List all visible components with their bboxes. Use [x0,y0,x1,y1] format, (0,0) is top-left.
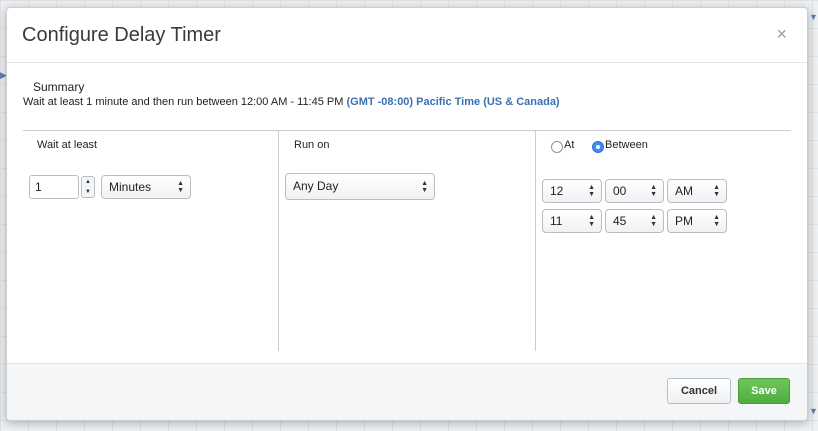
dialog-footer: Cancel Save [7,363,807,420]
dialog-title: Configure Delay Timer [22,24,221,46]
end-ampm-select[interactable]: PM ▲ ▼ [667,209,727,233]
select-arrows-icon: ▲ ▼ [713,184,720,198]
run-on-value: Any Day [293,179,339,193]
wait-amount-stepper[interactable]: ▲ ▼ [81,176,95,198]
column-divider [278,131,279,351]
column-divider [535,131,536,351]
divider [23,130,791,131]
background-arrow-icon: ▼ [809,12,818,22]
select-arrows-icon: ▲ ▼ [588,214,595,228]
stepper-down-icon[interactable]: ▼ [85,189,91,195]
wait-amount-input[interactable]: 1 [29,175,79,199]
summary-text: Wait at least 1 minute and then run betw… [23,96,560,108]
at-radio[interactable] [551,141,563,153]
summary-description: Wait at least 1 minute and then run betw… [23,96,347,108]
close-icon[interactable]: × [776,25,787,43]
end-minute-value: 45 [613,214,627,228]
select-arrows-icon: ▲ ▼ [421,179,428,194]
start-hour-value: 12 [550,184,564,198]
start-ampm-select[interactable]: AM ▲ ▼ [667,179,727,203]
stepper-up-icon[interactable]: ▲ [85,179,91,185]
select-arrows-icon: ▲ ▼ [650,184,657,198]
wait-unit-select[interactable]: Minutes ▲ ▼ [101,175,191,199]
run-on-select[interactable]: Any Day ▲ ▼ [285,173,435,200]
at-radio-label[interactable]: At [564,139,574,151]
start-minute-select[interactable]: 00 ▲ ▼ [605,179,664,203]
background-arrow-icon: ▼ [809,406,818,416]
summary-timezone: (GMT -08:00) Pacific Time (US & Canada) [346,96,560,108]
configure-delay-timer-dialog: Configure Delay Timer × Summary Wait at … [6,7,808,421]
select-arrows-icon: ▲ ▼ [650,214,657,228]
between-radio-label[interactable]: Between [605,139,648,151]
select-arrows-icon: ▲ ▼ [177,180,184,194]
select-arrows-icon: ▲ ▼ [588,184,595,198]
start-ampm-value: AM [675,184,693,198]
end-minute-select[interactable]: 45 ▲ ▼ [605,209,664,233]
between-radio[interactable] [592,141,604,153]
wait-unit-value: Minutes [109,180,152,194]
run-on-label: Run on [294,139,330,151]
end-hour-select[interactable]: 11 ▲ ▼ [542,209,602,233]
start-hour-select[interactable]: 12 ▲ ▼ [542,179,602,203]
save-button[interactable]: Save [738,378,790,404]
end-ampm-value: PM [675,214,693,228]
wait-at-least-label: Wait at least [37,139,98,151]
summary-label: Summary [33,80,85,94]
start-minute-value: 00 [613,184,627,198]
select-arrows-icon: ▲ ▼ [713,214,720,228]
cancel-button[interactable]: Cancel [667,378,731,404]
end-hour-value: 11 [550,214,563,228]
dialog-header: Configure Delay Timer × [7,8,807,63]
